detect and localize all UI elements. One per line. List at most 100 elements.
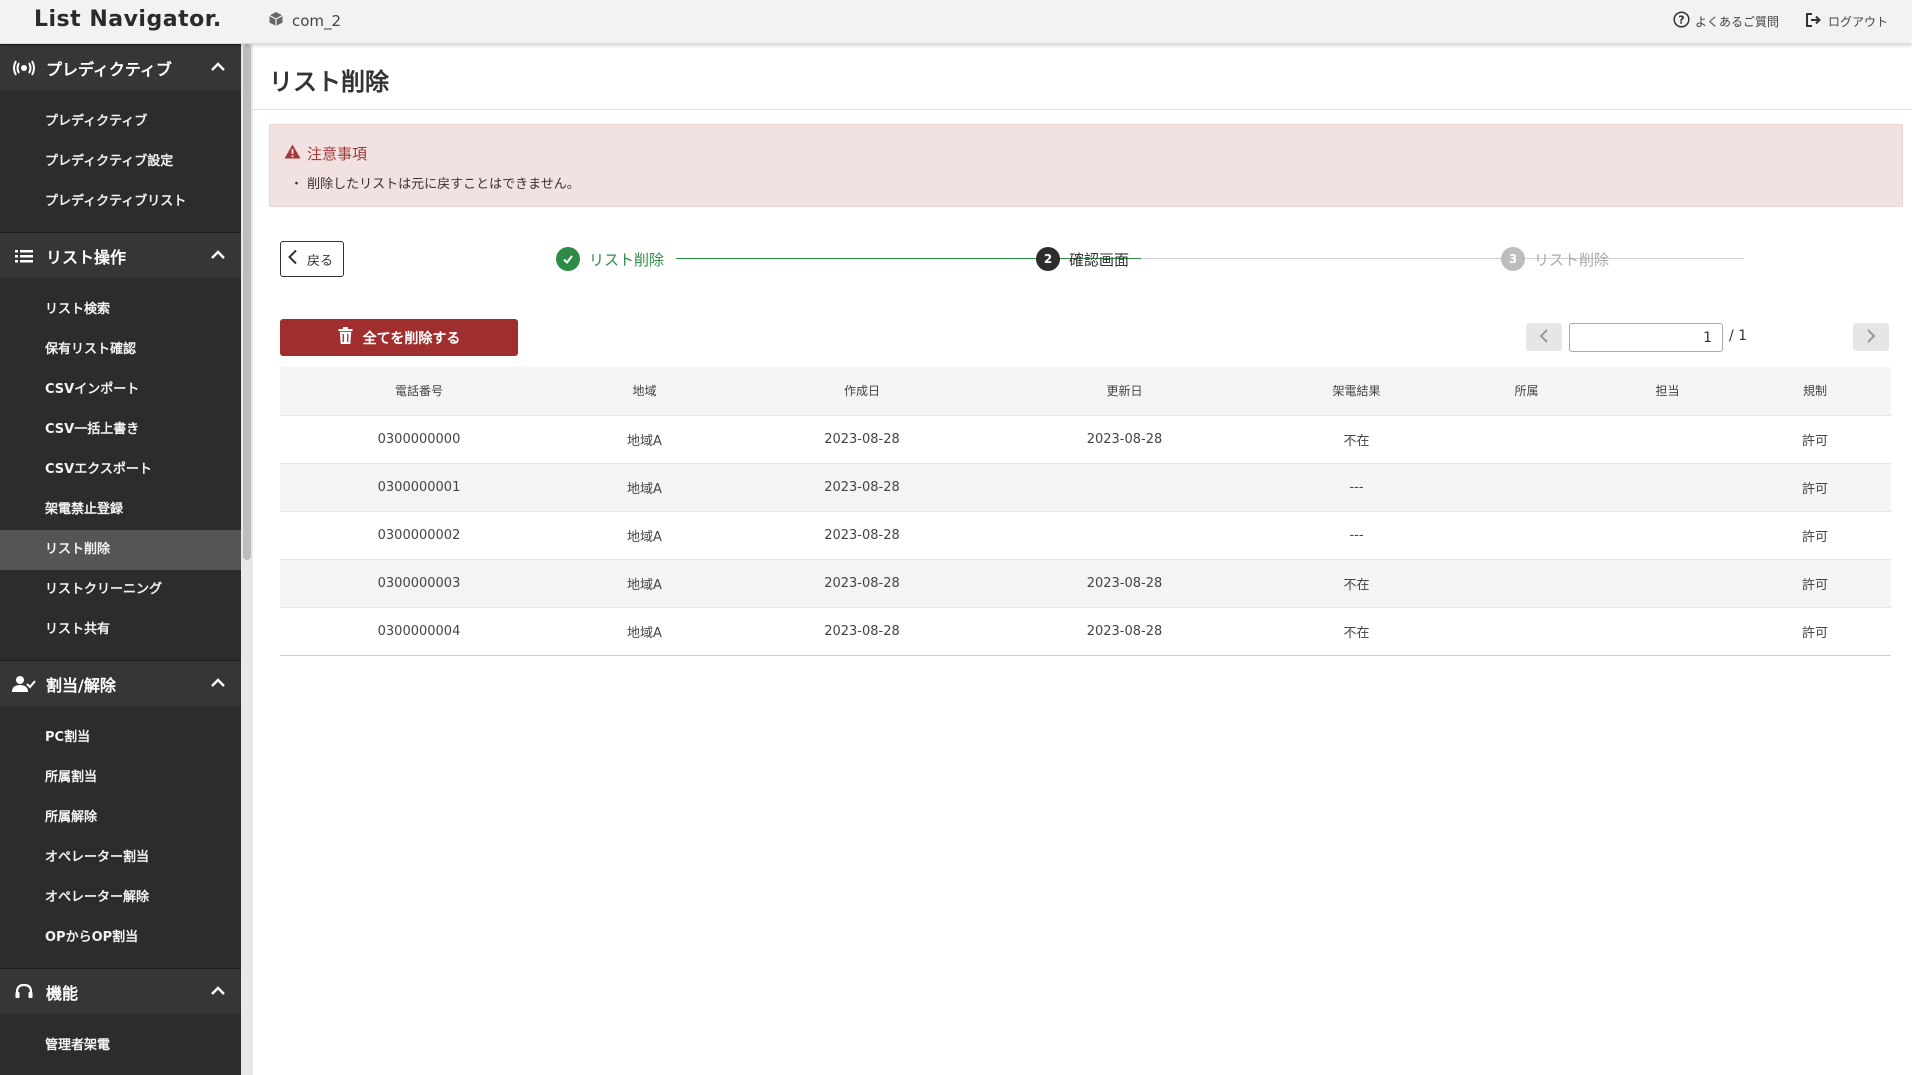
cell-updated: 2023-08-28 — [993, 414, 1256, 463]
cell-phone: 0300000002 — [280, 510, 558, 559]
list-icon — [12, 248, 36, 264]
table-row: 0300000002 地域A 2023-08-28 --- 許可 — [280, 510, 1891, 559]
sidebar: プレディクティブ プレディクティブ プレディクティブ設定 プレディクティブリスト… — [0, 44, 241, 1075]
svg-text:?: ? — [1678, 14, 1684, 27]
sidebar-section-title: 割当/解除 — [46, 675, 116, 695]
table-row: 0300000000 地域A 2023-08-28 2023-08-28 不在 … — [280, 414, 1891, 463]
company-selector[interactable]: com_2 — [268, 11, 341, 31]
cell-phone: 0300000004 — [280, 606, 558, 656]
faq-link[interactable]: ? よくあるご質問 — [1673, 11, 1779, 31]
cell-restriction: 許可 — [1739, 558, 1891, 607]
column-header-affiliation[interactable]: 所属 — [1457, 367, 1596, 415]
cell-region: 地域A — [558, 510, 731, 559]
sidebar-item-predictive-settings[interactable]: プレディクティブ設定 — [0, 142, 241, 182]
sidebar-item-csv-import[interactable]: CSVインポート — [0, 370, 241, 410]
chevron-left-icon — [1539, 328, 1549, 347]
cell-affiliation — [1457, 510, 1596, 559]
cell-created: 2023-08-28 — [731, 606, 993, 656]
column-header-restriction[interactable]: 規制 — [1739, 367, 1891, 415]
column-header-created[interactable]: 作成日 — [731, 367, 993, 415]
step-1: リスト削除 — [556, 247, 664, 271]
prev-page-button[interactable] — [1526, 323, 1562, 351]
step-2: 2 確認画面 — [1036, 247, 1129, 271]
cell-created: 2023-08-28 — [731, 462, 993, 511]
back-button[interactable]: 戻る — [280, 241, 344, 277]
logout-icon — [1805, 12, 1823, 31]
chevron-up-icon[interactable] — [209, 674, 227, 696]
logout-label: ログアウト — [1827, 14, 1888, 29]
sidebar-item-owned-list[interactable]: 保有リスト確認 — [0, 330, 241, 370]
back-label: 戻る — [307, 253, 334, 269]
sidebar-section-list-ops[interactable]: リスト操作 — [0, 232, 241, 278]
column-header-assignee[interactable]: 担当 — [1596, 367, 1739, 415]
cell-restriction: 許可 — [1739, 462, 1891, 511]
sidebar-item-pc-assign[interactable]: PC割当 — [0, 718, 241, 758]
sidebar-item-list-delete[interactable]: リスト削除 — [0, 530, 241, 570]
sidebar-item-op-to-op[interactable]: OPからOP割当 — [0, 918, 241, 958]
sidebar-item-group-release[interactable]: 所属解除 — [0, 798, 241, 838]
cell-phone: 0300000000 — [280, 414, 558, 463]
sidebar-section-predictive[interactable]: プレディクティブ — [0, 44, 241, 90]
list-table: 電話番号 地域 作成日 更新日 架電結果 所属 担当 規制 0300000000… — [280, 367, 1891, 656]
step-3: 3 リスト削除 — [1501, 247, 1609, 271]
column-header-region[interactable]: 地域 — [558, 367, 731, 415]
cell-affiliation — [1457, 606, 1596, 656]
chevron-up-icon[interactable] — [209, 58, 227, 80]
sidebar-section-title: プレディクティブ — [46, 59, 172, 79]
sidebar-item-csv-export[interactable]: CSVエクスポート — [0, 450, 241, 490]
main-content: リスト削除 注意事項 ・ 削除したリストは元に戻すことはできません。 戻る リス… — [253, 44, 1912, 1075]
cell-created: 2023-08-28 — [731, 510, 993, 559]
cell-call-result: --- — [1256, 510, 1457, 559]
cell-phone: 0300000003 — [280, 558, 558, 607]
sidebar-item-list-share[interactable]: リスト共有 — [0, 610, 241, 650]
cell-affiliation — [1457, 462, 1596, 511]
next-page-button[interactable] — [1853, 323, 1889, 351]
trash-icon — [338, 327, 353, 348]
column-header-call-result[interactable]: 架電結果 — [1256, 367, 1457, 415]
chevron-left-icon — [287, 249, 299, 269]
company-name: com_2 — [292, 12, 342, 30]
sidebar-item-call-block[interactable]: 架電禁止登録 — [0, 490, 241, 530]
cell-assignee — [1596, 606, 1739, 656]
sidebar-item-predictive[interactable]: プレディクティブ — [0, 102, 241, 142]
table-row: 0300000001 地域A 2023-08-28 --- 許可 — [280, 462, 1891, 511]
cell-updated — [993, 510, 1256, 559]
app-logo[interactable]: List Navigator. — [34, 7, 222, 32]
cell-updated — [993, 462, 1256, 511]
top-bar: List Navigator. com_2 ? よくあるご質問 ログアウト — [0, 0, 1912, 44]
page-number-input[interactable] — [1569, 323, 1723, 352]
column-header-phone[interactable]: 電話番号 — [280, 367, 558, 415]
cube-icon — [268, 11, 284, 31]
delete-all-button[interactable]: 全てを削除する — [280, 319, 518, 356]
table-row: 0300000003 地域A 2023-08-28 2023-08-28 不在 … — [280, 558, 1891, 607]
warning-icon — [284, 144, 301, 163]
sidebar-item-group-assign[interactable]: 所属割当 — [0, 758, 241, 798]
sidebar-item-predictive-list[interactable]: プレディクティブリスト — [0, 182, 241, 222]
cell-call-result: 不在 — [1256, 414, 1457, 463]
logout-link[interactable]: ログアウト — [1805, 11, 1888, 31]
sidebar-item-list-cleaning[interactable]: リストクリーニング — [0, 570, 241, 610]
column-header-updated[interactable]: 更新日 — [993, 367, 1256, 415]
sidebar-item-operator-assign[interactable]: オペレーター割当 — [0, 838, 241, 878]
alert-text: ・ 削除したリストは元に戻すことはできません。 — [290, 177, 580, 192]
cell-updated: 2023-08-28 — [993, 558, 1256, 607]
faq-label: よくあるご質問 — [1694, 14, 1779, 29]
step-connector — [1141, 258, 1744, 259]
cell-affiliation — [1457, 558, 1596, 607]
step-number: 2 — [1036, 247, 1060, 271]
sidebar-item-admin-call[interactable]: 管理者架電 — [0, 1026, 241, 1066]
cell-assignee — [1596, 558, 1739, 607]
sidebar-scrollbar[interactable] — [241, 44, 253, 1075]
sidebar-scrollbar-thumb[interactable] — [243, 44, 251, 560]
chevron-up-icon[interactable] — [209, 982, 227, 1004]
sidebar-item-list-search[interactable]: リスト検索 — [0, 290, 241, 330]
sidebar-item-operator-release[interactable]: オペレーター解除 — [0, 878, 241, 918]
check-icon — [556, 247, 580, 271]
sidebar-section-assign[interactable]: 割当/解除 — [0, 660, 241, 706]
step-label: リスト削除 — [589, 250, 665, 269]
step-label: リスト削除 — [1534, 250, 1610, 269]
chevron-up-icon[interactable] — [209, 246, 227, 268]
sidebar-item-csv-overwrite[interactable]: CSV一括上書き — [0, 410, 241, 450]
cell-assignee — [1596, 510, 1739, 559]
sidebar-section-functions[interactable]: 機能 — [0, 968, 241, 1014]
